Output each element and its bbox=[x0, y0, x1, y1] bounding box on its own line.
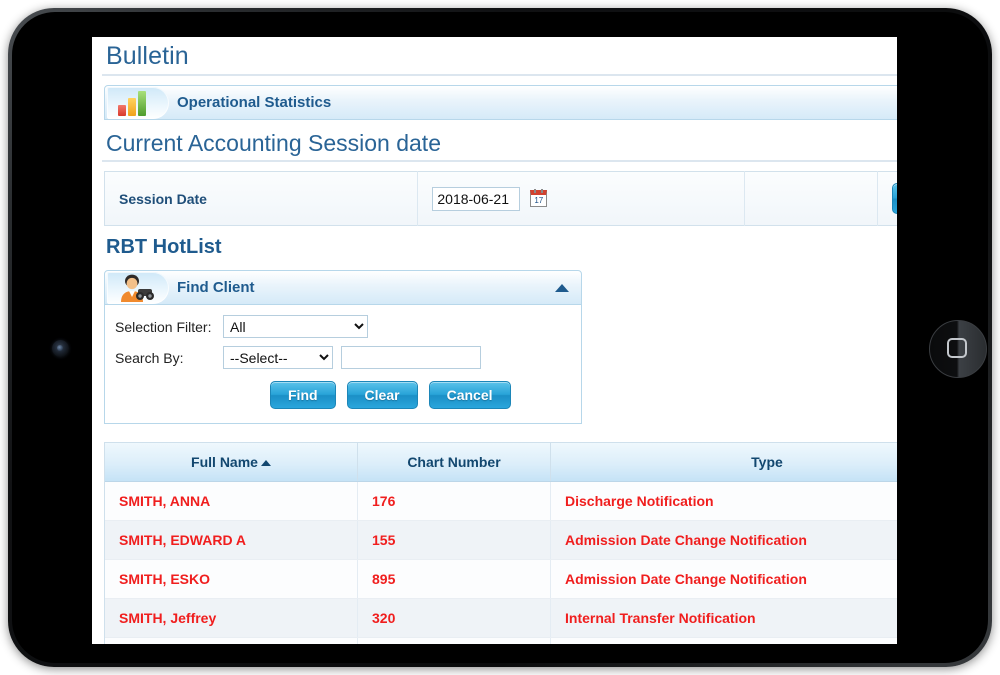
search-by-row: Search By: --Select-- bbox=[115, 346, 571, 369]
cell-full-name[interactable]: SMITH, ESKO bbox=[105, 560, 358, 599]
operational-statistics-title: Operational Statistics bbox=[177, 94, 331, 111]
find-button[interactable]: Find bbox=[270, 381, 336, 409]
cell-type: Internal Transfer Notification bbox=[551, 599, 898, 638]
front-camera bbox=[52, 340, 69, 357]
find-client-buttons: Find Clear Cancel bbox=[115, 381, 571, 409]
search-term-input[interactable] bbox=[341, 346, 481, 369]
session-date-input[interactable] bbox=[432, 187, 520, 211]
selection-filter-row: Selection Filter: All bbox=[115, 315, 571, 338]
clear-button[interactable]: Clear bbox=[347, 381, 418, 409]
column-header-type[interactable]: Type bbox=[551, 443, 898, 482]
table-row[interactable]: SMITH, Jeffrey 320 Internal Transfer Not… bbox=[105, 599, 897, 638]
cell-chart-number: 176 bbox=[358, 482, 551, 521]
save-button[interactable]: Save bbox=[892, 183, 897, 214]
search-by-label: Search By: bbox=[115, 350, 223, 366]
selection-filter-label: Selection Filter: bbox=[115, 319, 223, 335]
session-date-row: Session Date 17 Save bbox=[105, 172, 898, 226]
cell-full-name[interactable]: SMITH, EDWARD A bbox=[105, 521, 358, 560]
tablet-screen: Bulletin Operational Statistics Current … bbox=[92, 37, 897, 644]
cell-type: Admission Date Change Notification bbox=[551, 560, 898, 599]
hotlist-title: RBT HotList bbox=[102, 226, 897, 261]
cell-chart-number: 155 bbox=[358, 521, 551, 560]
cell-full-name[interactable]: SMITH, ANNA bbox=[105, 482, 358, 521]
cell-chart-number: 895 bbox=[358, 560, 551, 599]
session-section-title: Current Accounting Session date bbox=[102, 120, 897, 162]
table-row[interactable]: SMITH, ANNA 176 Discharge Notification bbox=[105, 482, 897, 521]
session-date-label: Session Date bbox=[105, 172, 418, 226]
search-by-select[interactable]: --Select-- bbox=[223, 346, 333, 369]
find-client-title: Find Client bbox=[177, 279, 255, 296]
operational-statistics-header: Operational Statistics bbox=[104, 85, 897, 120]
web-page: Bulletin Operational Statistics Current … bbox=[92, 37, 897, 644]
cell-chart-number: 727 bbox=[358, 638, 551, 645]
table-row[interactable]: SMITH, ESKO 895 Admission Date Change No… bbox=[105, 560, 897, 599]
selection-filter-select[interactable]: All bbox=[223, 315, 368, 338]
tablet-bezel: Bulletin Operational Statistics Current … bbox=[12, 12, 988, 663]
page-title: Bulletin bbox=[102, 37, 897, 76]
chevron-up-icon[interactable] bbox=[555, 284, 569, 292]
person-binoculars-icon bbox=[115, 274, 159, 303]
home-square-icon bbox=[947, 338, 967, 358]
session-spacer-cell bbox=[745, 172, 878, 226]
cell-chart-number: 320 bbox=[358, 599, 551, 638]
find-client-header[interactable]: Find Client bbox=[104, 270, 582, 305]
home-button[interactable] bbox=[929, 320, 987, 378]
session-date-table: Session Date 17 Save bbox=[104, 171, 897, 226]
table-body: SMITH, ANNA 176 Discharge Notification S… bbox=[105, 482, 897, 645]
cell-type: Discharge Notification bbox=[551, 482, 898, 521]
tablet-device-frame: Bulletin Operational Statistics Current … bbox=[8, 8, 992, 667]
hotlist-results-grid: Full Name Chart Number Type SMITH, ANNA … bbox=[104, 442, 897, 644]
cell-full-name[interactable]: SMITH, Joyce bbox=[105, 638, 358, 645]
column-header-full-name[interactable]: Full Name bbox=[105, 443, 358, 482]
bar-chart-icon bbox=[117, 91, 157, 116]
column-header-chart-number[interactable]: Chart Number bbox=[358, 443, 551, 482]
cell-type: Re-Entry Notification bbox=[551, 638, 898, 645]
cell-full-name[interactable]: SMITH, Jeffrey bbox=[105, 599, 358, 638]
calendar-icon[interactable]: 17 bbox=[530, 190, 547, 207]
find-client-form: Selection Filter: All Search By: --Selec… bbox=[104, 305, 582, 424]
session-action-cell: Save bbox=[877, 172, 897, 226]
calendar-day-label: 17 bbox=[531, 196, 546, 205]
sort-ascending-icon bbox=[261, 460, 271, 466]
table-row[interactable]: SMITH, EDWARD A 155 Admission Date Chang… bbox=[105, 521, 897, 560]
table-row[interactable]: SMITH, Joyce 727 Re-Entry Notification bbox=[105, 638, 897, 645]
table-header-row: Full Name Chart Number Type bbox=[105, 443, 897, 482]
cancel-button[interactable]: Cancel bbox=[429, 381, 511, 409]
column-header-full-name-label: Full Name bbox=[191, 454, 258, 470]
session-date-cell: 17 bbox=[418, 172, 745, 226]
cell-type: Admission Date Change Notification bbox=[551, 521, 898, 560]
